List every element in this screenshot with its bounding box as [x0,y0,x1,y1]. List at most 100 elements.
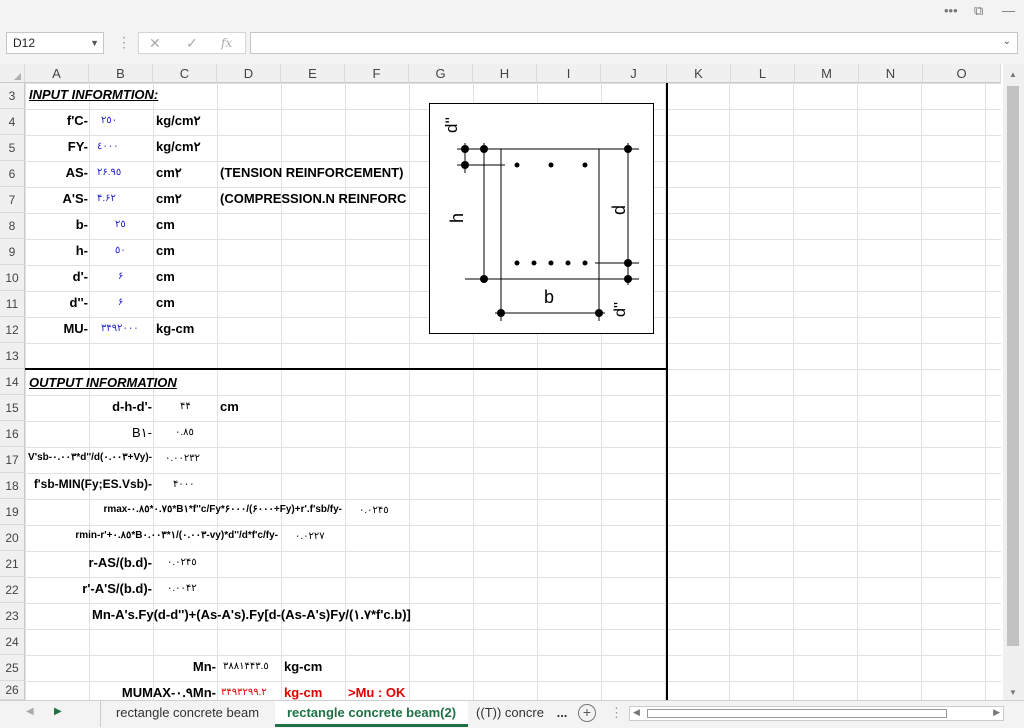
row-header-24[interactable]: 24 [0,629,25,655]
row-header-21[interactable]: 21 [0,551,25,577]
col-header-k[interactable]: K [667,64,731,83]
row-header-3[interactable]: 3 [0,83,25,109]
scroll-down-icon[interactable]: ▼ [1009,688,1017,697]
output-title: OUTPUT INFORMATION [29,375,177,390]
select-all-corner[interactable] [0,64,25,83]
col-header-b[interactable]: B [89,64,153,83]
enter-icon[interactable]: ✓ [186,35,198,52]
r22-value: ٠.٠٠۴٢ [167,583,197,594]
row-header-17[interactable]: 17 [0,447,25,473]
col-header-d[interactable]: D [217,64,281,83]
sheet-tab-2[interactable]: rectangle concrete beam(2) [275,701,468,727]
mu-label: MU- [63,321,88,336]
r25-label: Mn- [192,659,216,674]
col-header-m[interactable]: M [795,64,859,83]
scroll-left-icon[interactable]: ◀ [633,707,640,718]
row-header-26[interactable]: 26 [0,681,25,700]
beam-section-diagram: d'' h d b d'' [429,103,654,334]
col-header-n[interactable]: N [859,64,923,83]
row-header-23[interactable]: 23 [0,603,25,629]
function-icon[interactable]: fx [221,36,232,50]
b-value: ٢٥ [115,219,126,230]
r17-label: V'sb-٠.٠٠٣*d''/d(٠.٠٠٣+Vy)- [28,452,152,463]
row-header-11[interactable]: 11 [0,291,25,317]
row-header-14[interactable]: 14 [0,369,25,395]
expand-formula-icon[interactable]: ⌄ [1003,36,1011,47]
name-box-value: D12 [13,36,36,50]
chevron-down-icon[interactable]: ▼ [90,33,99,53]
sheet-tab-3-label: ((T)) concre [476,705,544,720]
tab-splitter-icon[interactable]: ⋮ [610,705,623,721]
scroll-right-icon[interactable]: ▶ [993,707,1000,718]
section-divider [25,368,668,370]
drag-handle-icon[interactable]: ⋮ [117,34,131,51]
vertical-scrollbar[interactable]: ▲ ▼ [1003,64,1024,700]
row-header-16[interactable]: 16 [0,421,25,447]
prev-sheet-icon[interactable]: ◀ [26,706,34,717]
mu-unit: kg-cm [156,321,195,336]
r16-label: B١- [132,425,152,440]
fc-label: f'C- [66,113,88,128]
sheet-tab-2-label: rectangle concrete beam(2) [286,705,457,720]
row-header-10[interactable]: 10 [0,265,25,291]
row-header-20[interactable]: 20 [0,525,25,551]
fy-label: FY- [67,139,88,154]
name-box[interactable]: D12 ▼ [6,32,104,54]
h-label: h- [75,243,88,258]
col-header-j[interactable]: J [601,64,667,83]
horizontal-scrollbar[interactable]: ◀ ▶ [629,706,1004,721]
r22-label: r'-A'S/(b.d)- [82,581,152,596]
sheet-tab-bar: ◀ ▶ rectangle concrete beam rectangle co… [0,700,1024,728]
col-header-l[interactable]: L [731,64,795,83]
r25-unit: kg-cm [284,659,323,674]
r23-formula: Mn-A's.Fy(d-d'')+(As-A's).Fy[d-(As-A's)F… [92,607,411,622]
col-header-e[interactable]: E [281,64,345,83]
row-header-7[interactable]: 7 [0,187,25,213]
r21-label: r-AS/(b.d)- [88,555,152,570]
more-options-icon[interactable]: ••• [944,3,958,18]
row-header-12[interactable]: 12 [0,317,25,343]
dpp-unit: cm [156,295,175,310]
col-header-o[interactable]: O [923,64,1001,83]
r15-unit: cm [220,399,239,414]
horizontal-scroll-thumb[interactable] [647,709,947,718]
r17-value: ٠.٠٠٢٣٢ [165,453,201,464]
input-title: INPUT INFORMTION: [29,87,159,102]
row-header-15[interactable]: 15 [0,395,25,421]
add-sheet-icon[interactable]: + [578,704,596,722]
row-header-18[interactable]: 18 [0,473,25,499]
minimize-icon[interactable]: — [1002,3,1015,18]
row-header-4[interactable]: 4 [0,109,25,135]
asp-unit: cm٢ [156,191,182,206]
col-header-g[interactable]: G [409,64,473,83]
sheet-tab-3[interactable]: ((T)) concre [474,701,546,727]
restore-icon[interactable]: ⧉ [974,3,983,19]
cell-area[interactable]: INPUT INFORMTION: f'C- ٢٥٠ kg/cm٢ FY- ٤٠… [25,83,1001,700]
col-header-i[interactable]: I [537,64,601,83]
row-header-13[interactable]: 13 [0,343,25,369]
diagram-label-dpp-bottom: d'' [612,302,629,317]
scroll-up-icon[interactable]: ▲ [1009,70,1017,79]
row-header-8[interactable]: 8 [0,213,25,239]
row-header-19[interactable]: 19 [0,499,25,525]
more-sheets-icon[interactable]: ... [552,701,572,727]
row-header-25[interactable]: 25 [0,655,25,681]
cancel-icon[interactable]: ✕ [149,35,161,52]
col-header-a[interactable]: A [25,64,89,83]
next-sheet-icon[interactable]: ▶ [54,706,62,717]
r26-check: >Mu : OK [348,685,406,700]
col-header-f[interactable]: F [345,64,409,83]
row-header-9[interactable]: 9 [0,239,25,265]
b-unit: cm [156,217,175,232]
col-header-c[interactable]: C [153,64,217,83]
r15-label: d-h-d'- [112,399,152,414]
formula-input[interactable]: ⌄ [250,32,1018,54]
as-label: AS- [65,165,88,180]
diagram-label-b: b [544,287,554,307]
sheet-tab-1[interactable]: rectangle concrete beam [100,701,274,727]
col-header-h[interactable]: H [473,64,537,83]
row-header-6[interactable]: 6 [0,161,25,187]
row-header-22[interactable]: 22 [0,577,25,603]
scroll-thumb[interactable] [1007,86,1019,646]
row-header-5[interactable]: 5 [0,135,25,161]
